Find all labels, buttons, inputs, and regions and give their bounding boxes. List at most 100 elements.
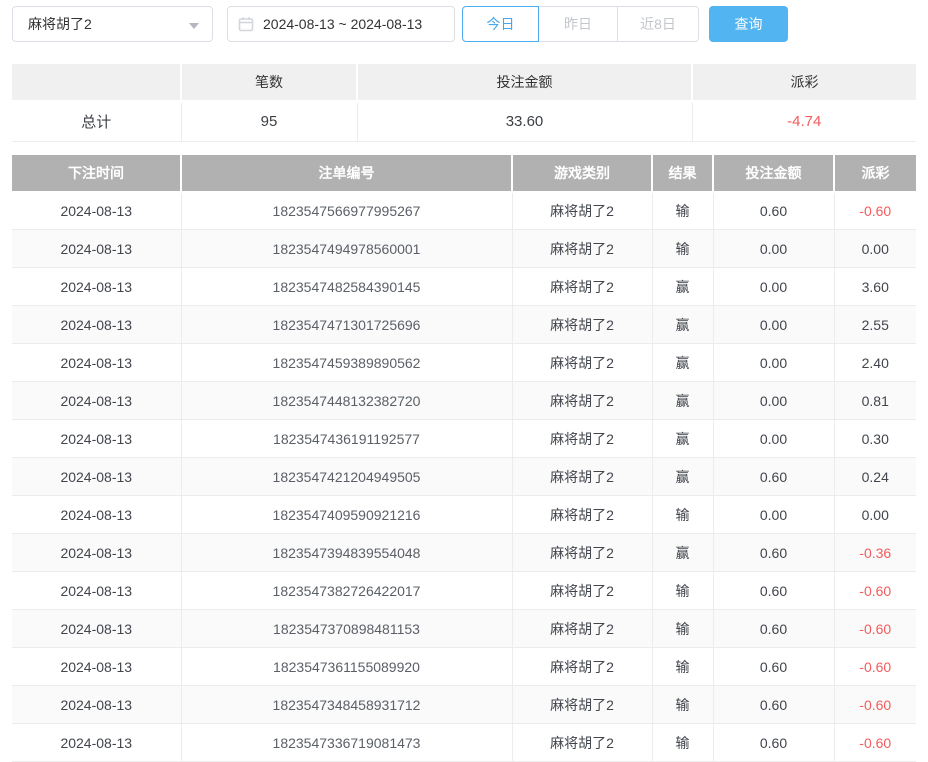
result-cell: 赢 (652, 534, 713, 572)
summary-header-bet-amount: 投注金额 (357, 64, 692, 101)
table-row: 2024-08-131823547394839554048麻将胡了2赢0.60-… (12, 534, 916, 572)
summary-bet-amount-value: 33.60 (357, 101, 692, 141)
table-row: 2024-08-131823547370898481153麻将胡了2输0.60-… (12, 610, 916, 648)
records-header-game-type: 游戏类别 (512, 155, 652, 192)
game-type-cell: 麻将胡了2 (512, 458, 652, 496)
table-row: 2024-08-131823547436191192577麻将胡了2赢0.000… (12, 420, 916, 458)
bet-time-cell: 2024-08-13 (12, 268, 181, 306)
records-header-row: 下注时间 注单编号 游戏类别 结果 投注金额 派彩 (12, 155, 916, 192)
date-range-input[interactable]: 2024-08-13 ~ 2024-08-13 (227, 6, 455, 42)
payout-cell: 0.00 (834, 230, 916, 268)
bet-time-cell: 2024-08-13 (12, 534, 181, 572)
bet-time-cell: 2024-08-13 (12, 230, 181, 268)
bet-amount-cell: 0.60 (713, 610, 834, 648)
bet-time-cell: 2024-08-13 (12, 724, 181, 762)
payout-cell: -0.60 (834, 192, 916, 230)
payout-cell: -0.60 (834, 610, 916, 648)
bet-id-cell: 1823547382726422017 (181, 572, 512, 610)
bet-id-cell: 1823547361155089920 (181, 648, 512, 686)
result-cell: 输 (652, 724, 713, 762)
table-row: 2024-08-131823547482584390145麻将胡了2赢0.003… (12, 268, 916, 306)
bet-id-cell: 1823547394839554048 (181, 534, 512, 572)
summary-total-label: 总计 (12, 101, 181, 141)
records-table: 下注时间 注单编号 游戏类别 结果 投注金额 派彩 2024-08-131823… (12, 155, 916, 762)
table-row: 2024-08-131823547448132382720麻将胡了2赢0.000… (12, 382, 916, 420)
payout-cell: 0.00 (834, 496, 916, 534)
result-cell: 赢 (652, 420, 713, 458)
bet-id-cell: 1823547566977995267 (181, 192, 512, 230)
table-row: 2024-08-131823547409590921216麻将胡了2输0.000… (12, 496, 916, 534)
bet-id-cell: 1823547336719081473 (181, 724, 512, 762)
bet-id-cell: 1823547448132382720 (181, 382, 512, 420)
table-row: 2024-08-131823547421204949505麻将胡了2赢0.600… (12, 458, 916, 496)
result-cell: 输 (652, 686, 713, 724)
payout-cell: -0.60 (834, 648, 916, 686)
result-cell: 输 (652, 648, 713, 686)
bet-amount-cell: 0.00 (713, 344, 834, 382)
result-cell: 赢 (652, 382, 713, 420)
bet-id-cell: 1823547409590921216 (181, 496, 512, 534)
bet-time-cell: 2024-08-13 (12, 686, 181, 724)
summary-payout-value: -4.74 (692, 101, 916, 141)
last-8-days-button[interactable]: 近8日 (617, 6, 699, 42)
table-row: 2024-08-131823547336719081473麻将胡了2输0.60-… (12, 724, 916, 762)
bet-time-cell: 2024-08-13 (12, 496, 181, 534)
game-select-value: 麻将胡了2 (28, 14, 92, 34)
bet-id-cell: 1823547482584390145 (181, 268, 512, 306)
game-type-cell: 麻将胡了2 (512, 496, 652, 534)
yesterday-button[interactable]: 昨日 (538, 6, 618, 42)
bet-amount-cell: 0.60 (713, 648, 834, 686)
game-select[interactable]: 麻将胡了2 (12, 6, 213, 42)
today-button[interactable]: 今日 (462, 6, 539, 42)
records-header-bet-id: 注单编号 (181, 155, 512, 192)
summary-header-row: 笔数 投注金额 派彩 (12, 64, 916, 101)
bet-amount-cell: 0.60 (713, 458, 834, 496)
records-header-bet-time: 下注时间 (12, 155, 181, 192)
bet-time-cell: 2024-08-13 (12, 344, 181, 382)
query-button[interactable]: 查询 (709, 6, 788, 42)
game-type-cell: 麻将胡了2 (512, 534, 652, 572)
payout-cell: 2.55 (834, 306, 916, 344)
toolbar: 麻将胡了2 2024-08-13 ~ 2024-08-13 今日 昨日 近8日 … (0, 0, 928, 44)
game-type-cell: 麻将胡了2 (512, 420, 652, 458)
bet-amount-cell: 0.00 (713, 230, 834, 268)
summary-header-count: 笔数 (181, 64, 357, 101)
bet-id-cell: 1823547459389890562 (181, 344, 512, 382)
bet-id-cell: 1823547471301725696 (181, 306, 512, 344)
bet-time-cell: 2024-08-13 (12, 382, 181, 420)
bet-amount-cell: 0.60 (713, 572, 834, 610)
bet-amount-cell: 0.00 (713, 268, 834, 306)
bet-amount-cell: 0.60 (713, 534, 834, 572)
bet-amount-cell: 0.00 (713, 382, 834, 420)
bet-id-cell: 1823547370898481153 (181, 610, 512, 648)
quick-range-button-group: 今日 昨日 近8日 (462, 6, 699, 42)
result-cell: 输 (652, 192, 713, 230)
calendar-icon (238, 16, 254, 32)
bet-time-cell: 2024-08-13 (12, 572, 181, 610)
bet-amount-cell: 0.60 (713, 192, 834, 230)
bet-amount-cell: 0.60 (713, 724, 834, 762)
summary-header-empty (12, 64, 181, 101)
bet-time-cell: 2024-08-13 (12, 420, 181, 458)
game-type-cell: 麻将胡了2 (512, 306, 652, 344)
result-cell: 输 (652, 610, 713, 648)
bet-id-cell: 1823547494978560001 (181, 230, 512, 268)
game-type-cell: 麻将胡了2 (512, 648, 652, 686)
records-header-bet-amount: 投注金额 (713, 155, 834, 192)
payout-cell: 0.30 (834, 420, 916, 458)
game-type-cell: 麻将胡了2 (512, 686, 652, 724)
bet-time-cell: 2024-08-13 (12, 192, 181, 230)
game-type-cell: 麻将胡了2 (512, 572, 652, 610)
bet-time-cell: 2024-08-13 (12, 610, 181, 648)
chevron-down-icon (189, 23, 199, 29)
bet-time-cell: 2024-08-13 (12, 306, 181, 344)
result-cell: 输 (652, 230, 713, 268)
summary-count-value: 95 (181, 101, 357, 141)
payout-cell: 2.40 (834, 344, 916, 382)
table-row: 2024-08-131823547494978560001麻将胡了2输0.000… (12, 230, 916, 268)
result-cell: 输 (652, 496, 713, 534)
result-cell: 赢 (652, 344, 713, 382)
payout-cell: -0.60 (834, 724, 916, 762)
result-cell: 赢 (652, 268, 713, 306)
result-cell: 赢 (652, 458, 713, 496)
